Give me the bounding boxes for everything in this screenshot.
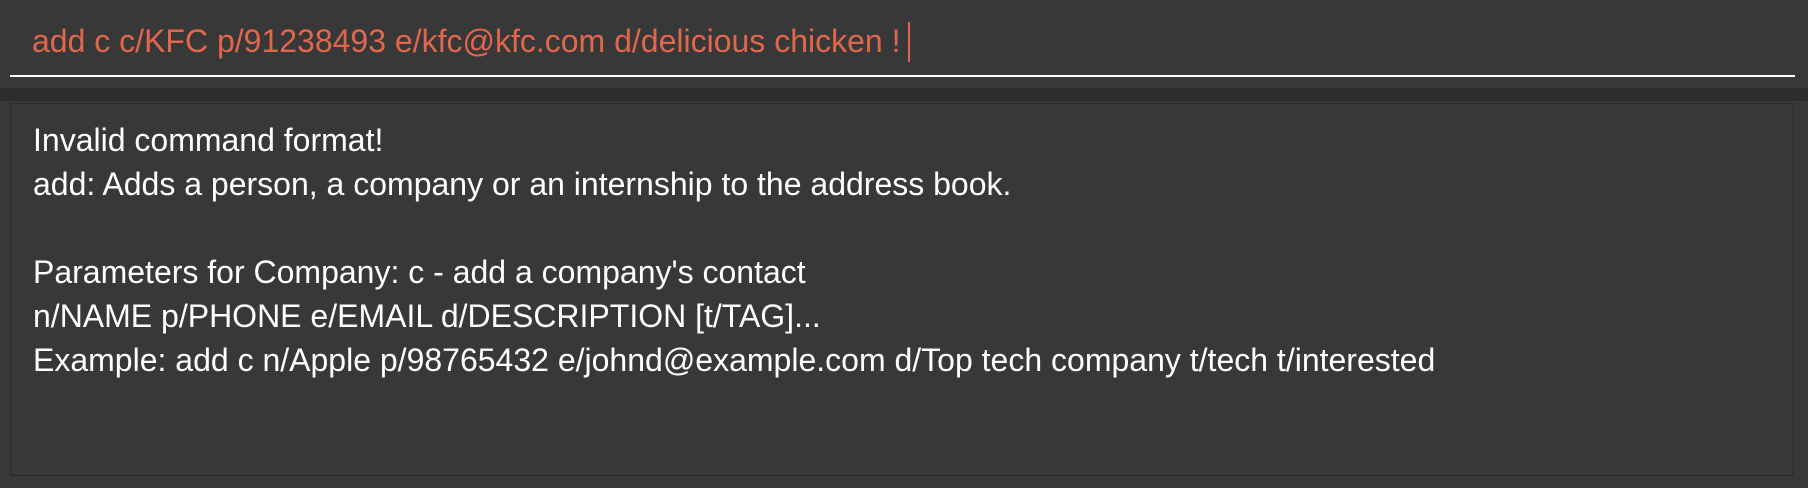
result-line xyxy=(33,206,1435,250)
panel-separator xyxy=(0,88,1808,101)
command-box[interactable]: add c c/KFC p/91238493 e/kfc@kfc.com d/d… xyxy=(10,0,1795,77)
result-line: n/NAME p/PHONE e/EMAIL d/DESCRIPTION [t/… xyxy=(33,298,821,334)
command-input[interactable]: add c c/KFC p/91238493 e/kfc@kfc.com d/d… xyxy=(32,20,911,62)
result-line: add: Adds a person, a company or an inte… xyxy=(33,166,1012,202)
result-line: Parameters for Company: c - add a compan… xyxy=(33,254,806,290)
app-window: add c c/KFC p/91238493 e/kfc@kfc.com d/d… xyxy=(0,0,1808,488)
result-line: Invalid command format! xyxy=(33,122,384,158)
result-display: Invalid command format! add: Adds a pers… xyxy=(10,103,1794,476)
text-caret xyxy=(908,22,911,62)
result-text: Invalid command format! add: Adds a pers… xyxy=(33,118,1435,382)
result-line: Example: add c n/Apple p/98765432 e/john… xyxy=(33,342,1436,378)
command-input-value[interactable]: add c c/KFC p/91238493 e/kfc@kfc.com d/d… xyxy=(32,23,900,59)
